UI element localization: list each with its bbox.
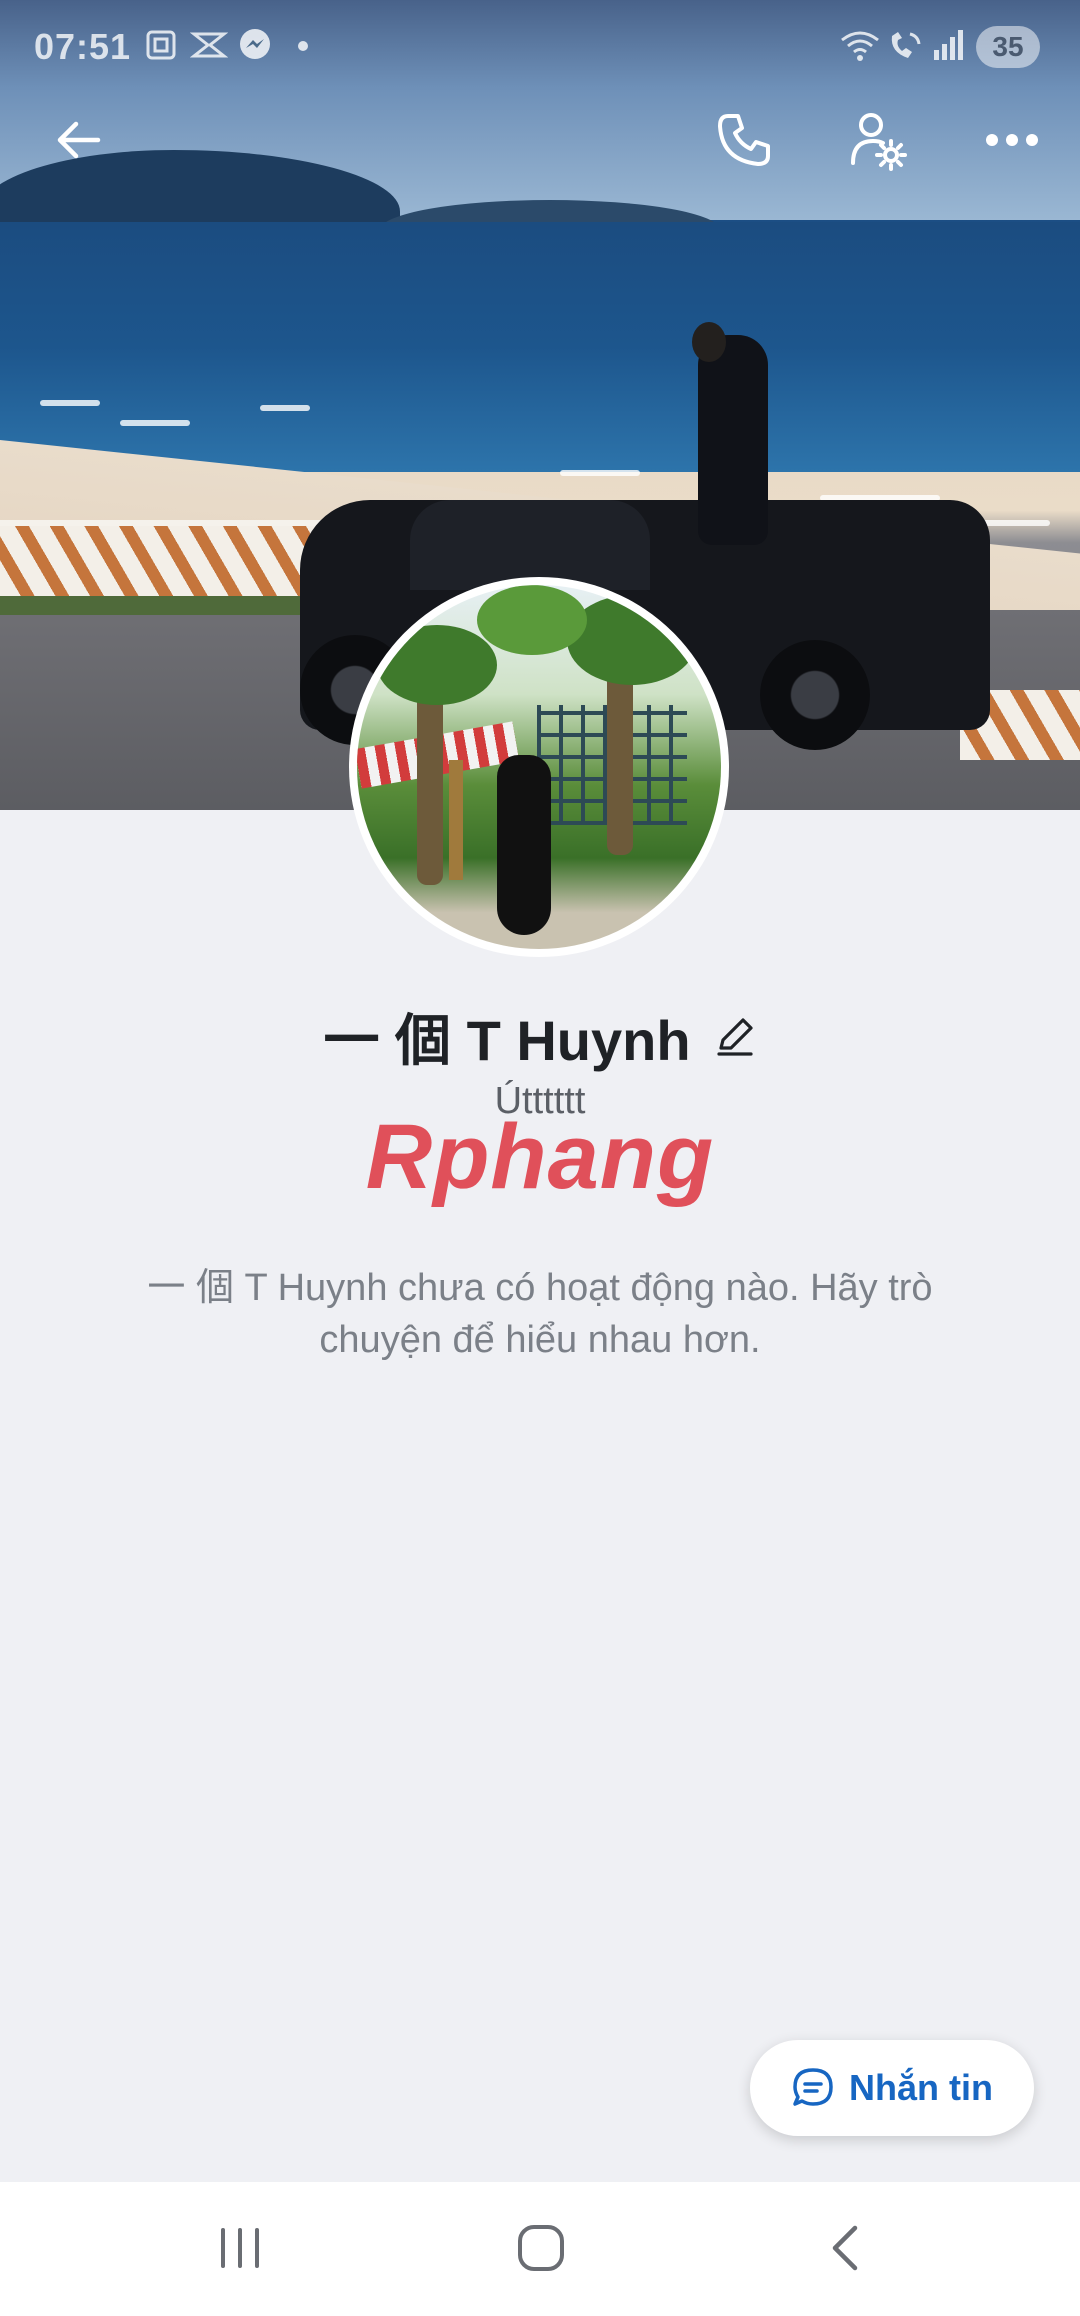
message-button-label: Nhắn tin: [849, 2067, 993, 2108]
system-nav-bar: [0, 2182, 1080, 2316]
wifi-icon: [838, 26, 882, 73]
signal-icon: [932, 26, 966, 73]
edit-name-button[interactable]: [713, 1014, 757, 1058]
more-options-button[interactable]: [970, 100, 1054, 184]
home-button[interactable]: [486, 2208, 596, 2292]
profile-settings-button[interactable]: [836, 100, 920, 184]
user-settings-icon: [847, 109, 909, 176]
empty-activity-message: 一 個 T Huynh chưa có hoạt động nào. Hãy t…: [147, 1267, 933, 1361]
chat-icon: [791, 2066, 835, 2110]
watermark-logo: Rphang: [0, 1105, 1080, 1210]
wifi-call-icon: [886, 26, 926, 73]
status-bar: 07:51 35: [0, 0, 1080, 96]
profile-screen: 07:51 35 一 個 T Huynh Útttttt Rphang 一 個 …: [0, 0, 1080, 2316]
profile-name: 一 個 T Huynh: [323, 1008, 691, 1072]
phone-icon: [714, 110, 774, 175]
dot-icon: [296, 26, 310, 73]
home-icon: [515, 2222, 567, 2279]
capcut-icon: [189, 26, 229, 73]
nav-back-button[interactable]: [790, 2208, 900, 2292]
message-button[interactable]: Nhắn tin: [750, 2040, 1034, 2136]
battery-level: 35: [992, 31, 1024, 62]
messenger-icon: [236, 26, 274, 73]
call-button[interactable]: [702, 100, 786, 184]
back-button[interactable]: [36, 100, 120, 184]
watermark-logo-text: Rphang: [365, 1106, 715, 1208]
profile-name-row: 一 個 T Huynh: [0, 996, 1080, 1076]
more-icon: [984, 130, 1040, 155]
recent-apps-button[interactable]: [185, 2208, 295, 2292]
avatar[interactable]: [349, 577, 729, 957]
status-time: 07:51: [34, 26, 132, 67]
screenshot-icon: [142, 26, 180, 73]
back-arrow-icon: [50, 112, 106, 173]
back-icon: [825, 2222, 865, 2279]
recent-apps-icon: [215, 2224, 265, 2277]
battery-indicator: 35: [976, 26, 1040, 68]
pencil-icon: [716, 1018, 753, 1056]
